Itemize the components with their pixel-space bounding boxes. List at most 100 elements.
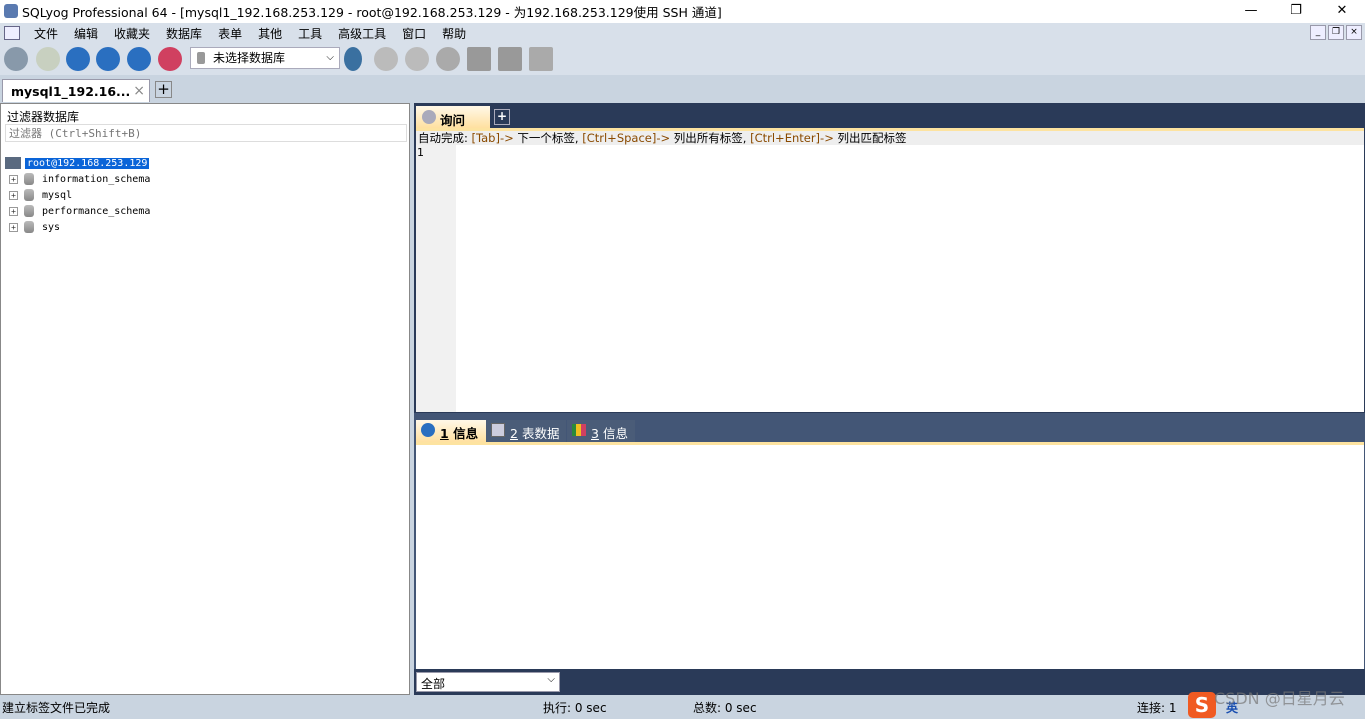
hint-key: [Ctrl+Enter]-> bbox=[750, 131, 838, 145]
database-select[interactable]: 未选择数据库 ⌵ bbox=[190, 47, 340, 69]
menu-edit[interactable]: 编辑 bbox=[66, 25, 106, 42]
database-icon bbox=[197, 52, 205, 64]
mdi-close-button[interactable]: × bbox=[1346, 25, 1362, 40]
status-message: 建立标签文件已完成 bbox=[2, 701, 111, 715]
info-icon bbox=[421, 423, 435, 437]
tree-root-connection[interactable]: root@192.168.253.129 bbox=[5, 155, 150, 171]
close-tab-icon[interactable]: × bbox=[133, 83, 145, 99]
execute-all-icon[interactable] bbox=[96, 47, 120, 71]
document-icon bbox=[4, 26, 20, 40]
chevron-down-icon: ⌵ bbox=[547, 674, 555, 685]
menu-bar: 文件 编辑 收藏夹 数据库 表单 其他 工具 高级工具 窗口 帮助 _ ❐ × bbox=[0, 23, 1365, 43]
tab-label: 信息 bbox=[602, 426, 628, 441]
menu-other[interactable]: 其他 bbox=[250, 25, 290, 42]
copy-table-icon[interactable] bbox=[529, 47, 553, 71]
menu-table[interactable]: 表单 bbox=[210, 25, 250, 42]
database-label: sys bbox=[42, 221, 61, 233]
import-icon[interactable] bbox=[405, 47, 429, 71]
menu-help[interactable]: 帮助 bbox=[434, 25, 474, 42]
tab-label: 信息 bbox=[453, 426, 479, 441]
menu-favorites[interactable]: 收藏夹 bbox=[106, 25, 158, 42]
add-query-tab-button[interactable]: + bbox=[494, 109, 510, 125]
expand-icon[interactable]: + bbox=[9, 174, 18, 184]
status-bar: 建立标签文件已完成 执行: 0 sec 总数: 0 sec 连接: 1 S 英 … bbox=[0, 689, 1365, 719]
tab-number: 3 bbox=[591, 426, 599, 441]
database-label: information_schema bbox=[42, 173, 151, 185]
user-manager-icon[interactable] bbox=[344, 47, 362, 71]
restore-button[interactable]: ❐ bbox=[1273, 0, 1319, 23]
title-bar: SQLyog Professional 64 - [mysql1_192.168… bbox=[0, 0, 1365, 23]
info-objects-icon bbox=[572, 424, 586, 436]
expand-icon[interactable]: + bbox=[9, 190, 18, 200]
minimize-button[interactable]: — bbox=[1228, 0, 1274, 23]
tab-info[interactable]: 3 信息 bbox=[567, 420, 635, 442]
restore-icon[interactable] bbox=[436, 47, 460, 71]
line-number: 1 bbox=[417, 146, 424, 159]
tree-item-database[interactable]: + sys bbox=[9, 219, 60, 235]
mdi-minimize-button[interactable]: _ bbox=[1310, 25, 1326, 40]
new-query-icon[interactable] bbox=[36, 47, 60, 71]
total-time: 总数: 0 sec bbox=[693, 701, 757, 715]
database-select-value: 未选择数据库 bbox=[213, 51, 286, 65]
watermark: CSDN @日星月云 bbox=[1214, 689, 1345, 708]
database-icon bbox=[24, 205, 34, 217]
hint-key: [Ctrl+Space]-> bbox=[582, 131, 674, 145]
tree-item-database[interactable]: + performance_schema bbox=[9, 203, 150, 219]
query-icon bbox=[422, 110, 436, 124]
hint-text: 自动完成: bbox=[418, 131, 472, 145]
menu-window[interactable]: 窗口 bbox=[394, 25, 434, 42]
database-label: mysql bbox=[42, 189, 73, 201]
connection-count: 连接: 1 bbox=[1137, 701, 1177, 715]
tab-number: 1 bbox=[440, 426, 449, 441]
root-label: root@192.168.253.129 bbox=[25, 157, 150, 169]
query-tab[interactable]: 询问 bbox=[416, 106, 490, 128]
add-connection-tab-button[interactable]: + bbox=[155, 81, 172, 98]
chevron-down-icon: ⌵ bbox=[326, 52, 334, 63]
database-icon bbox=[24, 221, 34, 233]
object-browser: 过滤器数据库 root@192.168.253.129 + information… bbox=[0, 103, 410, 695]
database-label: performance_schema bbox=[42, 205, 151, 217]
autocomplete-hint: 自动完成: [Tab]-> 下一个标签, [Ctrl+Space]-> 列出所有… bbox=[416, 131, 1364, 145]
hint-text: 下一个标签, bbox=[517, 131, 583, 145]
app-icon bbox=[4, 4, 18, 18]
menu-advanced-tools[interactable]: 高级工具 bbox=[330, 25, 394, 42]
execute-edit-icon[interactable] bbox=[127, 47, 151, 71]
exec-time: 执行: 0 sec bbox=[543, 701, 607, 715]
expand-icon[interactable]: + bbox=[9, 206, 18, 216]
hint-key: [Tab]-> bbox=[471, 131, 518, 145]
database-filter-input[interactable] bbox=[5, 124, 407, 142]
tab-table-data[interactable]: 2 表数据 bbox=[486, 420, 566, 442]
server-icon bbox=[5, 157, 21, 169]
connection-tab[interactable]: mysql1_192.16... × bbox=[2, 79, 150, 102]
hint-text: 列出匹配标签 bbox=[837, 131, 907, 145]
connection-tabs: mysql1_192.16... × + bbox=[0, 75, 1365, 102]
table-icon[interactable] bbox=[467, 47, 491, 71]
new-connection-icon[interactable] bbox=[4, 47, 28, 71]
database-icon bbox=[24, 189, 34, 201]
tree-item-database[interactable]: + information_schema bbox=[9, 171, 150, 187]
result-filter-value: 全部 bbox=[421, 677, 446, 691]
tab-label: 表数据 bbox=[521, 426, 560, 441]
table-data-icon[interactable] bbox=[498, 47, 522, 71]
mdi-restore-button[interactable]: ❐ bbox=[1328, 25, 1344, 40]
expand-icon[interactable]: + bbox=[9, 222, 18, 232]
close-button[interactable]: ✕ bbox=[1319, 0, 1365, 23]
query-tab-label: 询问 bbox=[440, 113, 466, 128]
line-number-gutter: 1 bbox=[416, 145, 456, 412]
result-filter-select[interactable]: 全部 ⌵ bbox=[416, 672, 560, 692]
tab-number: 2 bbox=[510, 426, 518, 441]
result-area bbox=[416, 442, 1364, 669]
window-title: SQLyog Professional 64 - [mysql1_192.168… bbox=[22, 5, 722, 20]
schema-designer-icon[interactable] bbox=[158, 47, 182, 71]
tree-item-database[interactable]: + mysql bbox=[9, 187, 72, 203]
menu-tools[interactable]: 工具 bbox=[290, 25, 330, 42]
export-icon[interactable] bbox=[374, 47, 398, 71]
connection-tab-label: mysql1_192.16... bbox=[11, 84, 131, 99]
menu-database[interactable]: 数据库 bbox=[158, 25, 210, 42]
menu-file[interactable]: 文件 bbox=[26, 25, 66, 42]
grid-icon bbox=[491, 423, 505, 437]
query-editor[interactable]: 自动完成: [Tab]-> 下一个标签, [Ctrl+Space]-> 列出所有… bbox=[416, 128, 1364, 412]
tab-messages[interactable]: 1 信息 bbox=[416, 420, 486, 442]
execute-query-icon[interactable] bbox=[66, 47, 90, 71]
hint-text: 列出所有标签, bbox=[673, 131, 751, 145]
